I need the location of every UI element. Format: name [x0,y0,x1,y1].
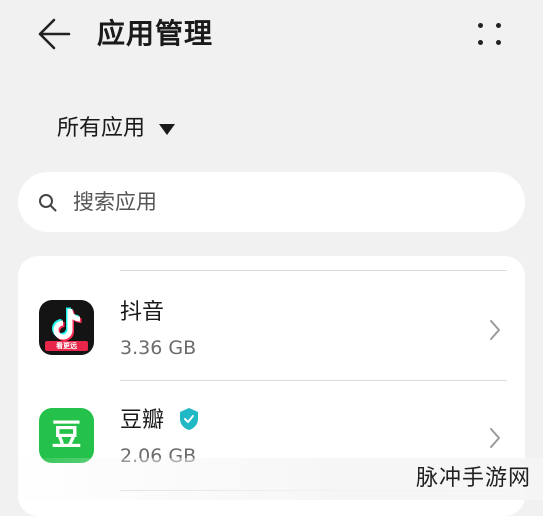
douyin-badge: 看更远 [45,341,88,351]
app-name: 抖音 [120,300,165,325]
more-dots-icon [496,23,501,28]
douyin-icon: 看更远 [39,300,94,355]
list-divider [120,380,507,381]
caret-down-icon [159,123,176,135]
app-filter-dropdown[interactable]: 所有应用 [57,112,176,146]
page-title: 应用管理 [97,17,214,50]
more-dots-icon [478,23,483,28]
back-button[interactable] [34,14,74,54]
douban-glyph: 豆 [51,418,82,453]
back-arrow-icon [38,18,71,50]
chevron-right-icon [490,320,500,340]
chevron-right-icon [490,428,500,448]
more-dots-icon [496,40,501,45]
app-name: 豆瓣 [120,408,165,433]
douban-icon: 豆 [39,408,94,463]
list-item-douyin[interactable]: 看更远 抖音 3.36 GB [18,274,525,382]
search-placeholder: 搜索应用 [73,190,157,214]
watermark-text: 脉冲手游网 [416,466,532,491]
more-options-button[interactable] [470,16,510,52]
more-dots-icon [478,40,483,45]
filter-label: 所有应用 [57,116,146,141]
verified-shield-icon [180,408,198,430]
top-app-bar: 应用管理 [0,0,543,70]
app-size: 3.36 GB [120,337,197,359]
search-icon [39,194,57,212]
list-divider [120,270,507,271]
douyin-badge-text: 看更远 [56,342,77,350]
